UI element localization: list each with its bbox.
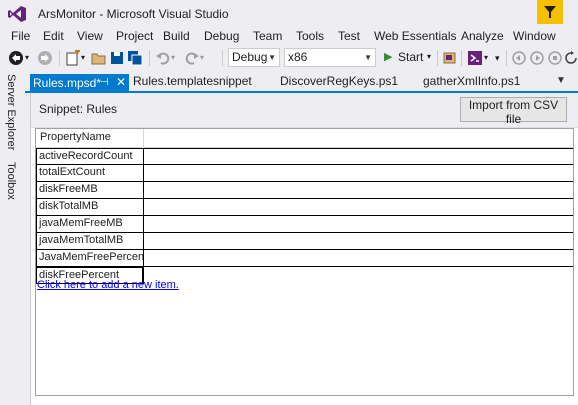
start-debugging-button[interactable]: ▶ Start ▾ — [382, 49, 434, 67]
toolbar-separator — [437, 50, 438, 66]
row-filler — [144, 199, 573, 216]
menu-team[interactable]: Team — [253, 29, 282, 43]
standard-toolbar: ▾ ▾ ▾ ▾ Debug ▼ x86 ▼ ▶ Start ▾ ▾ ▾ — [0, 46, 578, 70]
navigate-back-icon[interactable] — [8, 50, 24, 66]
tab-rules-mpsd[interactable]: Rules.mpsd* ⊣ ✕ — [30, 74, 129, 93]
toolbar-separator — [149, 50, 150, 66]
tab-overflow-dropdown-icon[interactable]: ▼ — [556, 75, 566, 86]
title-bar-edge — [565, 0, 578, 24]
table-row[interactable]: JavaMemFreePercent — [36, 250, 573, 267]
add-new-item-link[interactable]: Click here to add a new item. — [37, 279, 179, 291]
redo-dropdown-icon[interactable]: ▾ — [200, 53, 204, 69]
row-filler — [144, 182, 573, 199]
table-row[interactable]: diskFreeMB — [36, 182, 573, 199]
toolbox-tab[interactable]: Toolbox — [5, 162, 17, 200]
menu-window[interactable]: Window — [513, 29, 556, 43]
tab-rules-templatesnippet[interactable]: Rules.templatesnippet — [133, 74, 252, 88]
table-cell[interactable]: JavaMemFreePercent — [36, 250, 144, 267]
editor-header: Snippet: Rules Import from CSV file — [31, 93, 578, 128]
solution-configuration-dropdown[interactable]: Debug ▼ — [228, 48, 280, 67]
column-header-propertyname[interactable]: PropertyName — [36, 129, 144, 148]
close-icon[interactable]: ✕ — [116, 75, 126, 89]
table-cell[interactable]: javaMemTotalMB — [36, 233, 144, 250]
table-cell[interactable]: javaMemFreeMB — [36, 216, 144, 233]
open-file-icon[interactable] — [91, 50, 107, 66]
table-cell[interactable]: diskTotalMB — [36, 199, 144, 216]
configuration-value: Debug — [232, 50, 268, 64]
table-cell[interactable]: activeRecordCount — [36, 148, 144, 165]
menu-web-essentials[interactable]: Web Essentials — [374, 29, 456, 43]
property-grid: PropertyName activeRecordCount totalExtC… — [35, 128, 574, 396]
navigate-forward-icon[interactable] — [37, 50, 53, 66]
toolbar-separator — [222, 50, 223, 66]
snippet-editor: Snippet: Rules Import from CSV file Prop… — [30, 93, 578, 405]
toolbar-separator — [59, 50, 60, 66]
extension-dropdown-icon[interactable]: ▾ — [484, 53, 488, 69]
vs-extension-icon[interactable] — [467, 50, 483, 66]
table-cell[interactable]: totalExtCount — [36, 165, 144, 182]
row-filler — [144, 250, 573, 267]
row-filler — [144, 148, 573, 165]
menu-debug[interactable]: Debug — [204, 29, 239, 43]
menu-bar: File Edit View Project Build Debug Team … — [0, 27, 578, 46]
quick-launch-filter-button[interactable] — [537, 0, 563, 24]
menu-view[interactable]: View — [77, 29, 103, 43]
new-project-icon[interactable] — [65, 50, 81, 66]
toolbar-separator — [506, 50, 507, 66]
server-explorer-tab[interactable]: Server Explorer — [5, 74, 17, 150]
menu-analyze[interactable]: Analyze — [461, 29, 504, 43]
save-all-icon[interactable] — [127, 50, 143, 66]
start-label: Start — [398, 50, 424, 64]
save-icon[interactable] — [109, 50, 125, 66]
undo-dropdown-icon[interactable]: ▾ — [171, 53, 175, 69]
menu-file[interactable]: File — [11, 29, 30, 43]
window-title: ArsMonitor - Microsoft Visual Studio — [38, 7, 229, 21]
import-from-csv-button[interactable]: Import from CSV file — [460, 97, 567, 126]
toolbar-overflow-icon[interactable]: ▾ — [495, 53, 500, 69]
title-bar: ArsMonitor - Microsoft Visual Studio — [0, 0, 578, 27]
tab-label: Rules.mpsd* — [33, 76, 102, 90]
browser-link-icon[interactable] — [443, 50, 457, 66]
table-row[interactable]: totalExtCount — [36, 165, 573, 182]
back-dropdown-icon[interactable]: ▾ — [25, 53, 29, 69]
refresh-icon[interactable] — [565, 50, 577, 66]
row-filler — [144, 165, 573, 182]
home-circle-icon[interactable] — [548, 50, 562, 66]
solution-platform-dropdown[interactable]: x86 ▼ — [284, 48, 376, 67]
redo-icon[interactable] — [184, 50, 200, 66]
table-row[interactable]: javaMemTotalMB — [36, 233, 573, 250]
side-tool-window-strip: Server Explorer Toolbox — [0, 70, 25, 405]
chevron-down-icon: ▼ — [364, 53, 372, 62]
pin-icon[interactable]: ⊣ — [100, 77, 109, 88]
nav-forward-circle-icon[interactable] — [530, 50, 544, 66]
play-icon: ▶ — [384, 51, 393, 63]
platform-value: x86 — [288, 50, 308, 64]
tab-discoverregkeys[interactable]: DiscoverRegKeys.ps1 — [280, 74, 398, 88]
visual-studio-logo-icon — [8, 6, 26, 22]
toolbar-separator — [461, 50, 462, 66]
table-row[interactable]: javaMemFreeMB — [36, 216, 573, 233]
table-row[interactable]: activeRecordCount — [36, 148, 573, 165]
start-dropdown-icon: ▾ — [427, 52, 432, 61]
menu-build[interactable]: Build — [163, 29, 190, 43]
table-row[interactable]: diskTotalMB — [36, 199, 573, 216]
row-filler — [144, 216, 573, 233]
new-project-dropdown-icon[interactable]: ▾ — [81, 53, 85, 69]
tab-gatherxmlinfo[interactable]: gatherXmlInfo.ps1 — [423, 74, 520, 88]
nav-back-circle-icon[interactable] — [512, 50, 526, 66]
table-cell[interactable]: diskFreeMB — [36, 182, 144, 199]
chevron-down-icon: ▼ — [268, 53, 276, 62]
snippet-label: Snippet: Rules — [39, 102, 118, 116]
menu-test[interactable]: Test — [338, 29, 360, 43]
filter-icon — [544, 6, 556, 18]
row-filler — [144, 233, 573, 250]
undo-icon[interactable] — [155, 50, 171, 66]
menu-tools[interactable]: Tools — [296, 29, 324, 43]
grid-header: PropertyName — [36, 129, 573, 148]
menu-project[interactable]: Project — [116, 29, 153, 43]
menu-edit[interactable]: Edit — [43, 29, 64, 43]
